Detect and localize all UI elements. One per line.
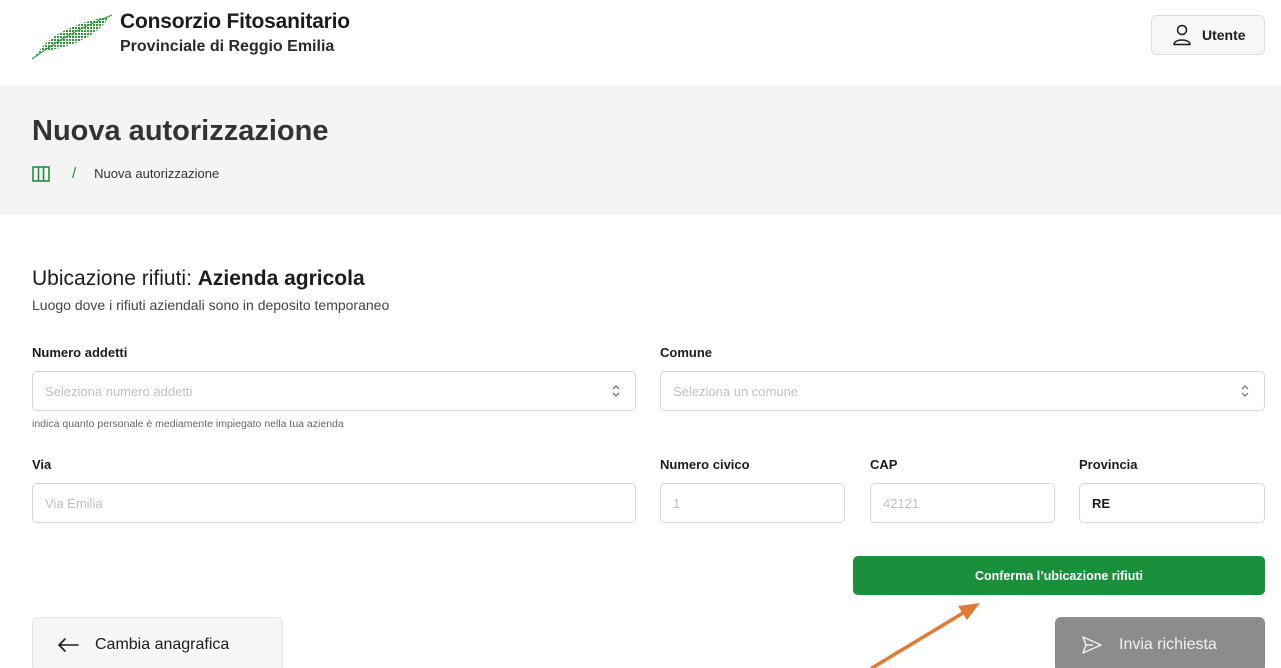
section-title: Ubicazione rifiuti: Azienda agricola (32, 267, 365, 291)
breadcrumb-home-link[interactable] (32, 165, 50, 182)
comune-label: Comune (660, 345, 712, 360)
user-menu-button[interactable]: Utente (1151, 15, 1265, 55)
comune-placeholder: Seleziona un comune (673, 383, 799, 399)
page-title-band (0, 86, 1281, 215)
numero-addetti-placeholder: Seleziona numero addetti (45, 383, 193, 399)
section-subtitle: Luogo dove i rifiuti aziendali sono in d… (32, 297, 390, 313)
chevron-up-down-icon (612, 385, 620, 397)
user-icon (1173, 24, 1191, 46)
brand-title: Consorzio Fitosanitario (120, 10, 350, 33)
provincia-label: Provincia (1079, 457, 1138, 472)
top-header: Consorzio Fitosanitario Provinciale di R… (0, 0, 1281, 86)
via-label: Via (32, 457, 52, 472)
numero-addetti-hint: indica quanto personale è mediamente imp… (32, 418, 344, 430)
breadcrumb-current: Nuova autorizzazione (94, 166, 220, 181)
comune-select[interactable]: Seleziona un comune (660, 371, 1265, 411)
user-menu-label: Utente (1202, 27, 1246, 43)
numero-civico-input[interactable]: 1 (660, 483, 845, 523)
cap-input[interactable]: 42121 (870, 483, 1055, 523)
breadcrumb: / Nuova autorizzazione (32, 165, 219, 182)
via-placeholder: Via Emilia (45, 495, 103, 511)
breadcrumb-separator: / (72, 165, 77, 182)
arrow-left-icon (58, 638, 79, 652)
page-title: Nuova autorizzazione (32, 115, 329, 147)
numero-addetti-label: Numero addetti (32, 345, 128, 360)
change-registry-button[interactable]: Cambia anagrafica (32, 617, 283, 668)
confirm-location-button[interactable]: Conferma l’ubicazione rifiuti (853, 556, 1265, 595)
numero-civico-placeholder: 1 (673, 495, 681, 511)
numero-addetti-select[interactable]: Seleziona numero addetti (32, 371, 636, 411)
via-input[interactable]: Via Emilia (32, 483, 636, 523)
send-request-button[interactable]: Invia richiesta (1055, 617, 1265, 668)
change-registry-label: Cambia anagrafica (95, 636, 230, 653)
leaf-logo-icon[interactable] (30, 12, 114, 60)
columns-icon (32, 165, 50, 182)
section-title-prefix: Ubicazione rifiuti: (32, 267, 198, 290)
chevron-up-down-icon (1241, 385, 1249, 397)
section-title-bold: Azienda agricola (197, 267, 365, 290)
brand-subtitle: Provinciale di Reggio Emilia (120, 38, 335, 55)
cap-label: CAP (870, 457, 898, 472)
provincia-value: RE (1092, 495, 1111, 511)
cap-placeholder: 42121 (883, 495, 920, 511)
numero-civico-label: Numero civico (660, 457, 750, 472)
send-icon (1082, 636, 1102, 654)
send-request-label: Invia richiesta (1119, 636, 1217, 653)
provincia-input[interactable]: RE (1079, 483, 1265, 523)
